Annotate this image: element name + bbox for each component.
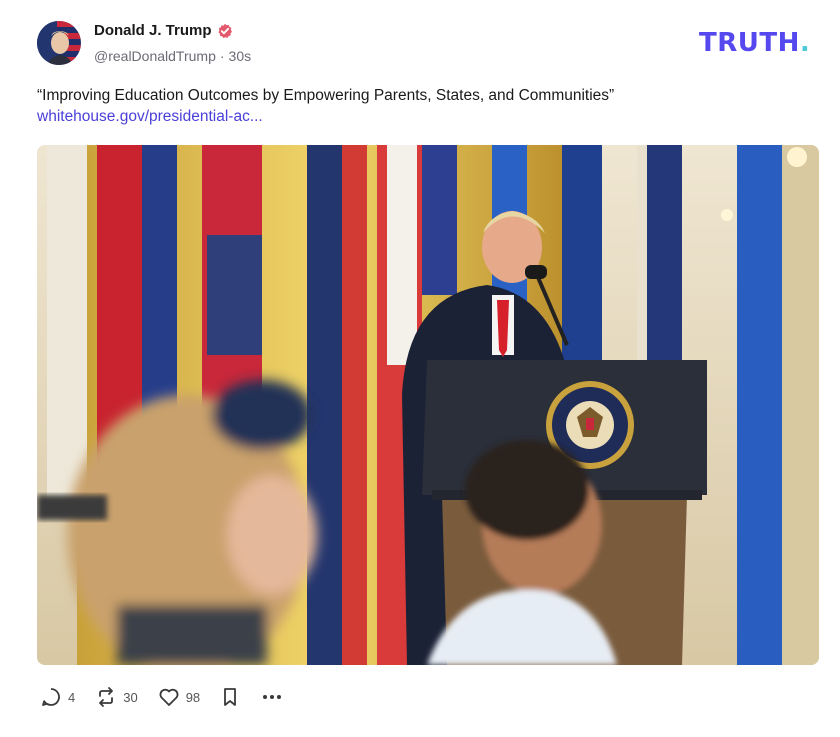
post-timestamp[interactable]: 30s: [229, 48, 252, 64]
author-handle[interactable]: @realDonaldTrump: [94, 48, 216, 64]
verified-badge-icon: [217, 23, 232, 38]
retruth-button[interactable]: 30: [95, 686, 138, 708]
event-photo: [37, 145, 819, 665]
author-display-name[interactable]: Donald J. Trump: [94, 22, 212, 39]
retruth-count: 30: [123, 689, 138, 705]
more-icon: [263, 695, 282, 699]
reply-count: 4: [68, 689, 76, 705]
logo-text: TRUTH: [699, 28, 800, 58]
reply-button[interactable]: 4: [40, 686, 75, 708]
reply-icon: [42, 688, 60, 706]
meta-separator: ·: [219, 48, 225, 64]
heart-icon: [159, 688, 179, 706]
post-actions: 4 30 98: [40, 686, 304, 708]
like-button[interactable]: 98: [158, 686, 200, 708]
post-media-image[interactable]: [37, 145, 819, 665]
bookmark-button[interactable]: [220, 686, 240, 708]
avatar-flag-portrait-icon: [37, 21, 81, 65]
logo-dot: .: [799, 28, 811, 58]
author-avatar[interactable]: [37, 21, 81, 65]
author-meta: @realDonaldTrump · 30s: [94, 48, 251, 64]
bookmark-icon: [224, 688, 237, 706]
more-options-button[interactable]: [260, 686, 284, 708]
truth-social-logo[interactable]: TRUTH.: [699, 28, 810, 58]
author-name-row: Donald J. Trump: [94, 22, 233, 39]
retruth-icon: [99, 687, 114, 707]
post-link[interactable]: whitehouse.gov/presidential-ac...: [37, 108, 263, 126]
post-body-text: “Improving Education Outcomes by Empower…: [37, 87, 615, 104]
truth-post: Donald J. Trump @realDonaldTrump · 30s T…: [0, 0, 840, 737]
like-count: 98: [185, 689, 201, 705]
